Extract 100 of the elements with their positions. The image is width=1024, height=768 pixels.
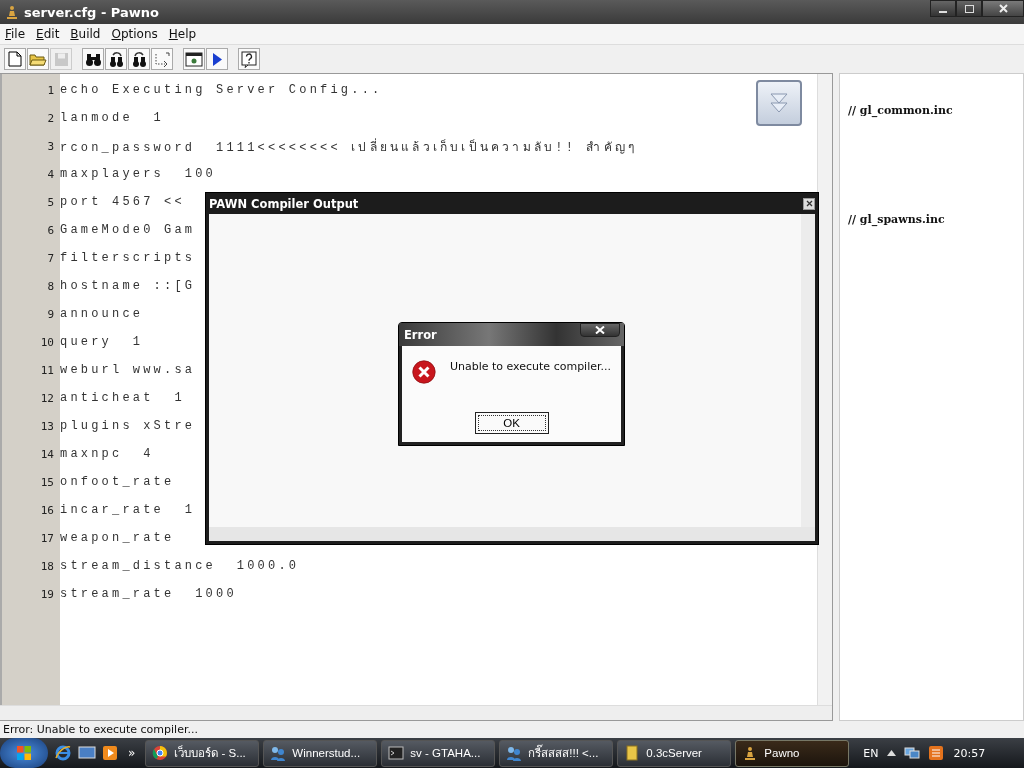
close-icon xyxy=(595,326,605,334)
maximize-icon xyxy=(964,4,974,13)
desktop-icon[interactable] xyxy=(78,745,96,761)
show-hidden-icons-icon[interactable] xyxy=(886,750,896,756)
dialog-title: Error xyxy=(404,327,437,342)
line-number: 6 xyxy=(46,223,55,237)
error-message: Unable to execute compiler... xyxy=(449,360,611,373)
people-icon xyxy=(270,745,287,761)
menu-item[interactable]: Build xyxy=(70,27,101,41)
dotted-arrow-icon xyxy=(153,50,171,68)
tray-app-icon[interactable] xyxy=(927,745,944,761)
taskbar-button[interactable]: กรี๊สสสส!!! <... xyxy=(499,739,614,767)
maximize-button[interactable] xyxy=(956,0,982,17)
code-line: stream_distance 1000.0 xyxy=(59,559,300,573)
language-indicator[interactable]: EN xyxy=(863,746,879,760)
taskbar-button[interactable]: Winnerstud... xyxy=(263,739,378,767)
status-text: Error: Unable to execute compiler... xyxy=(3,723,198,736)
people-icon xyxy=(506,745,523,761)
include-comment[interactable]: // gl_common.inc xyxy=(848,104,953,117)
line-number: 7 xyxy=(46,251,55,265)
menu-item[interactable]: File xyxy=(5,27,26,41)
menu-item[interactable]: Help xyxy=(168,27,197,41)
close-button[interactable] xyxy=(580,323,620,337)
more-toolbar-button[interactable]: » xyxy=(128,746,136,760)
options-button[interactable] xyxy=(183,48,205,70)
code-line: filterscripts xyxy=(59,251,196,265)
line-number: 18 xyxy=(39,559,55,573)
line-number: 12 xyxy=(39,391,55,405)
line-number: 9 xyxy=(46,307,55,321)
media-player-icon[interactable] xyxy=(102,745,118,761)
find-next-button[interactable] xyxy=(105,48,127,70)
clock[interactable]: 20:57 xyxy=(953,746,986,760)
binoculars-arrow-icon xyxy=(130,50,148,68)
open-button[interactable] xyxy=(27,48,49,70)
line-number: 17 xyxy=(39,531,55,545)
browser-e-icon[interactable] xyxy=(54,744,72,762)
console-window-icon xyxy=(388,745,405,761)
binoculars-arrow-icon xyxy=(107,50,125,68)
close-icon xyxy=(998,4,1008,13)
close-icon xyxy=(805,200,813,207)
minimize-button[interactable] xyxy=(930,0,956,17)
line-number: 16 xyxy=(39,503,55,517)
taskbar-button[interactable]: Pawno xyxy=(735,739,850,767)
include-comment[interactable]: // gl_spawns.inc xyxy=(848,213,945,226)
line-number: 15 xyxy=(39,475,55,489)
binoculars-icon xyxy=(84,51,102,67)
line-number: 11 xyxy=(39,363,55,377)
taskbar-button[interactable]: เว็บบอร์ด - S... xyxy=(145,739,260,767)
run-button[interactable] xyxy=(206,48,228,70)
vertical-scrollbar[interactable] xyxy=(801,214,815,527)
network-icon[interactable] xyxy=(903,746,920,760)
help-button[interactable] xyxy=(238,48,260,70)
line-number: 13 xyxy=(39,419,55,433)
code-line: onfoot_rate xyxy=(59,475,175,489)
horizontal-scrollbar[interactable] xyxy=(209,527,815,541)
line-number: 14 xyxy=(39,447,55,461)
menu-item[interactable]: Options xyxy=(111,27,158,41)
code-line: lanmode 1 xyxy=(59,111,164,125)
close-button[interactable] xyxy=(803,197,815,210)
minimize-icon xyxy=(939,10,947,13)
folder-icon xyxy=(29,51,47,67)
code-line: plugins xStre xyxy=(59,419,196,433)
line-number: 8 xyxy=(46,279,55,293)
taskbar-button[interactable]: sv - GTAHA... xyxy=(381,739,496,767)
code-line: maxplayers 100 xyxy=(59,167,217,181)
windows-logo-icon xyxy=(16,745,32,761)
line-number: 1 xyxy=(46,83,55,97)
start-button[interactable] xyxy=(0,738,48,768)
line-number: 10 xyxy=(39,335,55,349)
vertical-scrollbar[interactable] xyxy=(817,74,832,705)
menu-item[interactable]: Edit xyxy=(36,27,60,41)
code-line: anticheat 1 xyxy=(59,391,185,405)
line-number: 5 xyxy=(46,195,55,209)
new-button[interactable] xyxy=(4,48,26,70)
code-line: query 1 xyxy=(59,335,144,349)
taskbar-button[interactable]: 0.3cServer xyxy=(617,739,732,767)
code-line: stream_rate 1000 xyxy=(59,587,237,601)
window-title: server.cfg - Pawno xyxy=(24,4,159,20)
line-number: 19 xyxy=(39,587,55,601)
code-line: incar_rate 1 xyxy=(59,503,196,517)
folder-icon xyxy=(624,745,641,761)
code-line: weburl www.sa xyxy=(59,363,196,377)
replace-button[interactable] xyxy=(128,48,150,70)
scroll-to-end-button[interactable] xyxy=(756,80,802,126)
code-line: port 4567 << xyxy=(59,195,185,209)
code-line: weapon_rate xyxy=(59,531,175,545)
line-number: 4 xyxy=(46,167,55,181)
code-line: echo Executing Server Config... xyxy=(59,83,383,97)
close-button[interactable] xyxy=(982,0,1024,17)
chess-pawn-icon xyxy=(4,4,20,20)
code-line: hostname ::[G xyxy=(59,279,196,293)
ok-button[interactable]: OK xyxy=(474,412,549,434)
help-icon xyxy=(241,50,257,68)
line-number: 2 xyxy=(46,111,55,125)
window-title: PAWN Compiler Output xyxy=(209,196,359,211)
code-line: announce xyxy=(59,307,144,321)
find-button[interactable] xyxy=(82,48,104,70)
blank-page-icon xyxy=(8,51,22,67)
window-icon xyxy=(185,51,203,67)
code-line: GameMode0 Gam xyxy=(59,223,196,237)
